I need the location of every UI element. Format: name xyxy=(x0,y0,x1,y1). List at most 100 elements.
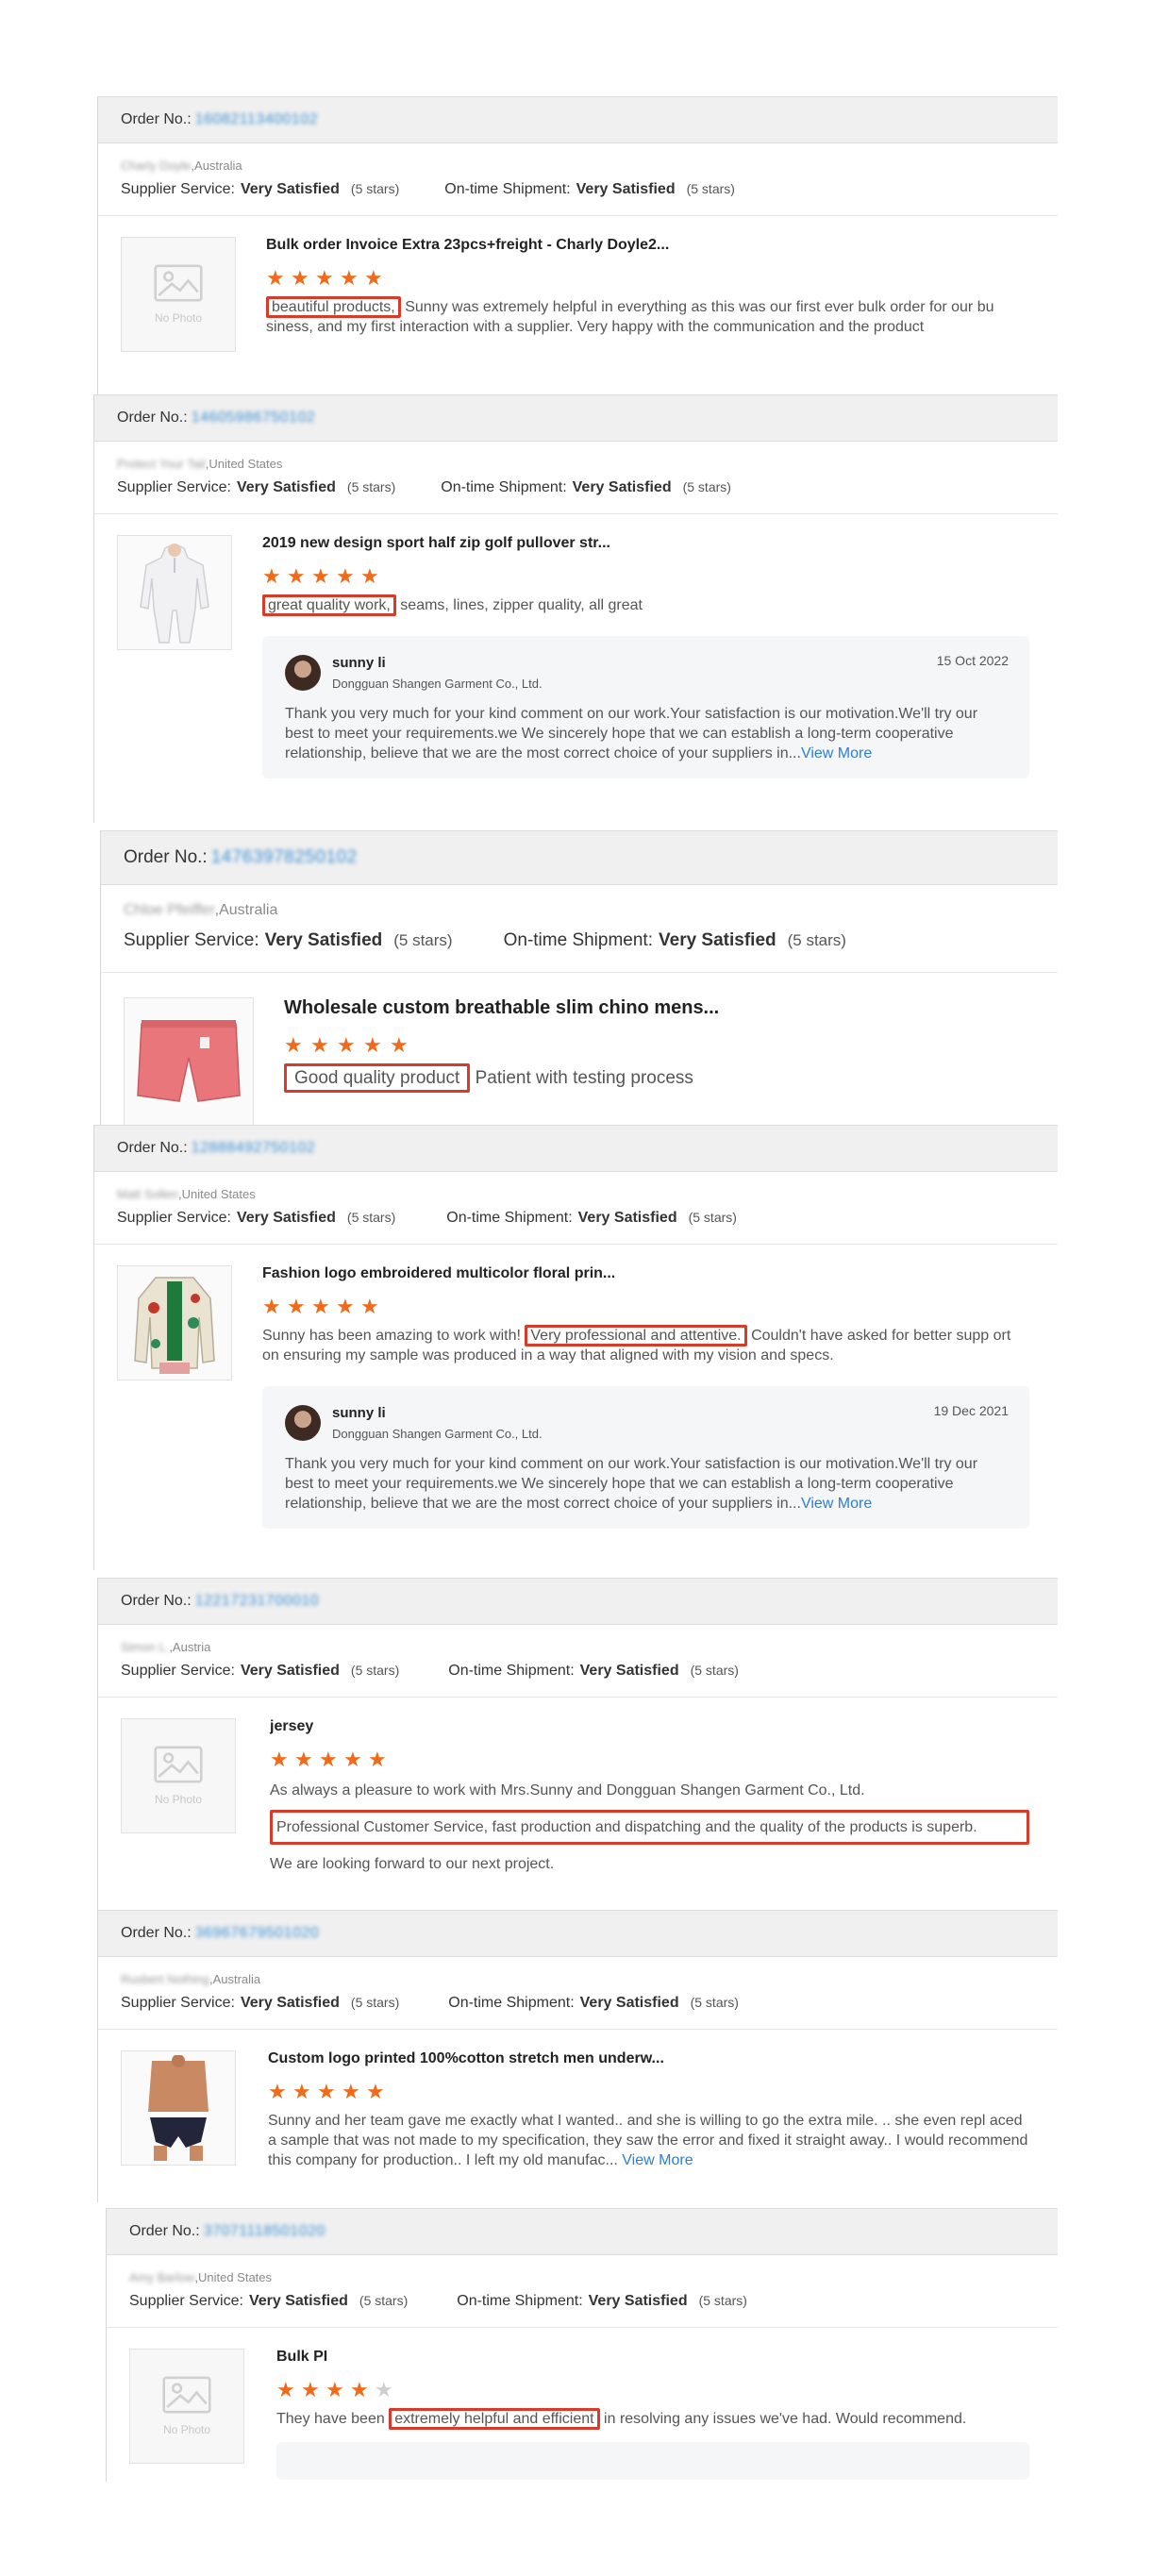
on-time-rating: Very Satisfied xyxy=(579,1663,679,1679)
star-filled-icon: ★ xyxy=(350,2378,369,2401)
product-title[interactable]: 2019 new design sport half zip golf pull… xyxy=(262,535,1029,552)
reply-text: Thank you very much for your kind commen… xyxy=(285,704,1007,763)
avatar xyxy=(285,1405,321,1441)
review-card: Order No.: 12888492750102 Matt Sollen ,U… xyxy=(93,1125,1058,1570)
supplier-service-stars: (5 stars) xyxy=(359,2293,409,2308)
star-rating: ★ ★ ★ ★ ★ xyxy=(284,1033,1029,1057)
on-time-label: On-time Shipment: xyxy=(503,930,653,950)
order-label: Order No.: xyxy=(117,1140,188,1156)
supplier-reply: sunny li Dongguan Shangen Garment Co., L… xyxy=(262,1386,1029,1529)
satisfaction-row: Supplier Service: Very Satisfied (5 star… xyxy=(121,1995,1058,2012)
satisfaction-row: Supplier Service: Very Satisfied (5 star… xyxy=(124,930,1058,951)
mens-underwear-photo xyxy=(148,2055,209,2161)
supplier-service-stars: (5 stars) xyxy=(346,479,396,494)
on-time-rating: Very Satisfied xyxy=(572,479,672,495)
star-filled-icon: ★ xyxy=(287,564,306,588)
star-filled-icon: ★ xyxy=(363,1033,382,1057)
buyer-info: Simon L. ,Austria xyxy=(121,1638,1058,1655)
star-filled-icon: ★ xyxy=(340,266,359,290)
supplier-service-stars: (5 stars) xyxy=(393,931,453,949)
on-time-rating: Very Satisfied xyxy=(577,1210,677,1226)
no-photo-label: No Photo xyxy=(162,2423,211,2436)
product-thumbnail[interactable] xyxy=(117,535,232,650)
product-thumbnail[interactable] xyxy=(124,997,254,1125)
order-number[interactable]: 12217231700010 xyxy=(195,1593,320,1610)
product-title[interactable]: Custom logo printed 100%cotton stretch m… xyxy=(268,2050,1029,2067)
view-more-link[interactable]: View More xyxy=(801,745,872,761)
order-number[interactable]: 12888492750102 xyxy=(192,1140,316,1157)
star-filled-icon: ★ xyxy=(360,1295,379,1318)
supplier-service-rating: Very Satisfied xyxy=(236,479,336,495)
product-title[interactable]: Bulk order Invoice Extra 23pcs+freight -… xyxy=(266,237,1029,254)
star-filled-icon: ★ xyxy=(319,1748,338,1771)
on-time-label: On-time Shipment: xyxy=(444,181,571,197)
supplier-service-stars: (5 stars) xyxy=(346,1210,396,1225)
buyer-info: Chloe Pfeiffer ,Australia xyxy=(124,902,1058,919)
product-thumbnail-placeholder[interactable]: No Photo xyxy=(129,2349,244,2464)
review-body: seams, lines, zipper quality, all great xyxy=(395,597,643,613)
star-filled-icon: ★ xyxy=(343,1748,362,1771)
product-title[interactable]: Wholesale custom breathable slim chino m… xyxy=(284,997,1029,1019)
on-time-label: On-time Shipment: xyxy=(457,2293,583,2309)
satisfaction-row: Supplier Service: Very Satisfied (5 star… xyxy=(129,2293,1058,2310)
star-filled-icon: ★ xyxy=(368,1748,387,1771)
product-thumbnail-placeholder[interactable]: No Photo xyxy=(121,1718,236,1833)
star-rating: ★ ★ ★ ★ ★ xyxy=(276,2378,1029,2401)
buyer-country: ,Austria xyxy=(169,1639,211,1654)
star-filled-icon: ★ xyxy=(292,2080,311,2103)
star-filled-icon: ★ xyxy=(342,2080,360,2103)
order-number[interactable]: 37071118501020 xyxy=(204,2223,326,2240)
buyer-country: ,United States xyxy=(194,2269,273,2284)
product-title[interactable]: Bulk PI xyxy=(276,2349,1029,2366)
star-rating: ★ ★ ★ ★ ★ xyxy=(262,1295,1029,1318)
buyer-name: Rusbert Nothing xyxy=(121,1971,209,1986)
review-intro: They have been xyxy=(276,2411,390,2427)
on-time-stars: (5 stars) xyxy=(690,1995,739,2010)
supplier-service-label: Supplier Service: xyxy=(124,930,259,950)
review-line: We are looking forward to our next proje… xyxy=(270,1856,555,1872)
product-thumbnail[interactable] xyxy=(121,2050,236,2166)
buyer-country: ,Australia xyxy=(214,902,278,918)
review-line: As always a pleasure to work with Mrs.Su… xyxy=(270,1782,865,1798)
satisfaction-row: Supplier Service: Very Satisfied (5 star… xyxy=(117,1210,1058,1227)
star-rating: ★ ★ ★ ★ ★ xyxy=(262,564,1029,588)
product-thumbnail[interactable] xyxy=(117,1265,232,1380)
pink-shorts-photo xyxy=(137,1020,241,1102)
review-card: Order No.: 14605986750102 Protect Your T… xyxy=(93,394,1058,823)
reply-company: Dongguan Shangen Garment Co., Ltd. xyxy=(332,677,543,691)
product-title[interactable]: jersey xyxy=(270,1718,1029,1735)
order-label: Order No.: xyxy=(121,111,192,127)
star-filled-icon: ★ xyxy=(336,564,355,588)
highlighted-phrase: great quality work, xyxy=(262,594,396,616)
supplier-service-label: Supplier Service: xyxy=(121,1995,235,2011)
review-body: Patient with testing process xyxy=(470,1068,693,1088)
order-number[interactable]: 14605986750102 xyxy=(192,410,316,427)
star-filled-icon: ★ xyxy=(364,266,383,290)
buyer-country: ,Australia xyxy=(209,1971,261,1986)
product-thumbnail-placeholder[interactable]: No Photo xyxy=(121,237,236,352)
star-filled-icon: ★ xyxy=(262,564,281,588)
order-number[interactable]: 16082113400102 xyxy=(195,111,318,128)
reply-company: Dongguan Shangen Garment Co., Ltd. xyxy=(332,1427,543,1441)
buyer-info: Rusbert Nothing ,Australia xyxy=(121,1970,1058,1987)
supplier-service-rating: Very Satisfied xyxy=(240,1663,340,1679)
order-header: Order No.: 14763978250102 xyxy=(101,830,1058,885)
image-placeholder-icon xyxy=(162,2376,211,2414)
buyer-country: ,Australia xyxy=(191,158,242,173)
order-header: Order No.: 16082113400102 xyxy=(98,96,1058,143)
supplier-service-label: Supplier Service: xyxy=(121,1663,235,1679)
avatar xyxy=(285,655,321,691)
order-number[interactable]: 14763978250102 xyxy=(211,847,358,868)
view-more-link[interactable]: View More xyxy=(801,1496,872,1512)
satisfaction-row: Supplier Service: Very Satisfied (5 star… xyxy=(121,1663,1058,1680)
on-time-stars: (5 stars) xyxy=(787,931,846,949)
product-title[interactable]: Fashion logo embroidered multicolor flor… xyxy=(262,1265,1029,1282)
view-more-link[interactable]: View More xyxy=(622,2152,693,2168)
on-time-stars: (5 stars) xyxy=(682,479,731,494)
order-number[interactable]: 36967679501020 xyxy=(195,1925,320,1942)
star-rating: ★ ★ ★ ★ ★ xyxy=(268,2080,1029,2103)
order-header: Order No.: 12217231700010 xyxy=(98,1578,1058,1625)
reply-body: Thank you very much for your kind commen… xyxy=(285,1456,978,1512)
supplier-service-rating: Very Satisfied xyxy=(248,2293,348,2309)
review-text: They have been extremely helpful and eff… xyxy=(276,2408,1029,2430)
